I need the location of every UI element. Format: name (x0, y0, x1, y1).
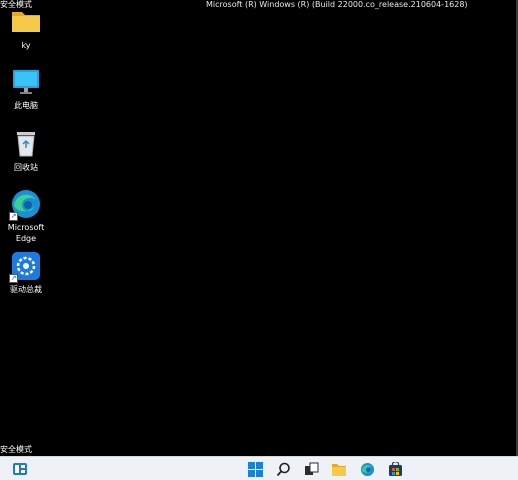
desktop-icon-microsoft-edge[interactable]: ↗ Microsoft Edge (0, 188, 52, 244)
file-explorer-icon (332, 463, 346, 476)
desktop-icon-ky[interactable]: ky (0, 6, 52, 51)
store-icon (388, 461, 402, 476)
desktop-icon-label: 回收站 (14, 163, 38, 172)
shortcut-arrow-icon: ↗ (9, 212, 18, 221)
desktop-icon-label: ky (21, 41, 31, 50)
desktop-icon-this-pc[interactable]: 此电脑 (0, 66, 52, 111)
desktop-icon-driver-tool[interactable]: ↗ 驱动总裁 (0, 250, 52, 295)
store-button[interactable] (386, 460, 404, 478)
start-icon (247, 461, 263, 477)
driver-tool-icon: ↗ (9, 250, 42, 283)
taskbar (0, 456, 518, 480)
desktop-icon-label: Microsoft Edge (7, 223, 45, 243)
desktop-icon-label: 此电脑 (14, 101, 38, 110)
desktop-icon-label: 驱动总裁 (10, 285, 42, 294)
edge-icon (360, 462, 374, 476)
computer-icon (10, 66, 42, 98)
file-explorer-button[interactable] (330, 460, 348, 478)
task-view-button[interactable] (302, 460, 320, 478)
edge-icon: ↗ (9, 188, 42, 221)
task-view-icon (304, 462, 318, 475)
widgets-button[interactable] (11, 460, 29, 478)
search-icon (276, 462, 290, 476)
folder-icon (10, 6, 42, 38)
recycle-bin-icon (10, 128, 42, 160)
widgets-icon (13, 463, 27, 475)
desktop-icon-recycle-bin[interactable]: 回收站 (0, 128, 52, 173)
start-button[interactable] (246, 460, 264, 478)
build-info-text: Microsoft (R) Windows (R) (Build 22000.c… (206, 0, 468, 9)
shortcut-arrow-icon: ↗ (9, 274, 18, 283)
search-button[interactable] (274, 460, 292, 478)
desktop: 安全模式 Microsoft (R) Windows (R) (Build 22… (0, 0, 518, 456)
edge-taskbar-button[interactable] (358, 460, 376, 478)
safe-mode-label-bottom: 安全模式 (0, 445, 32, 454)
